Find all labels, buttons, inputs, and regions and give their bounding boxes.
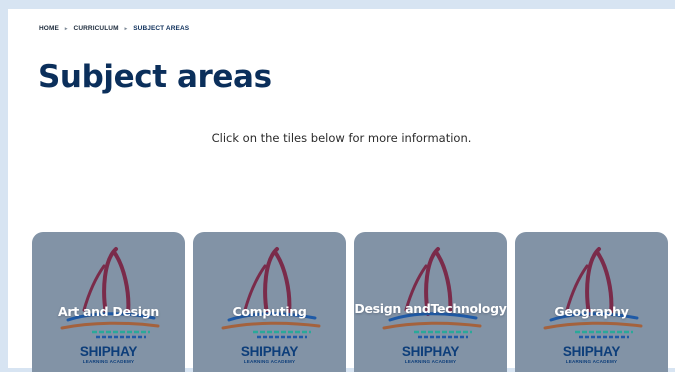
breadcrumb-curriculum[interactable]: CURRICULUM xyxy=(74,25,119,32)
logo-name: SHIPHAY xyxy=(401,344,460,359)
breadcrumb: HOME ▸ CURRICULUM ▸ SUBJECT AREAS xyxy=(39,25,189,32)
logo-name: SHIPHAY xyxy=(79,344,138,359)
tile-art-and-design[interactable]: Art and Design SHIPHAY LEARNING ACADEMY xyxy=(32,232,185,372)
tile-design-and-technology[interactable]: Design and Technology SHIPHAY LEARNING A… xyxy=(354,232,507,372)
breadcrumb-separator-icon: ▸ xyxy=(64,25,68,32)
tile-label: Art and Design xyxy=(57,303,160,319)
page-title: Subject areas xyxy=(38,59,272,95)
logo-name: SHIPHAY xyxy=(240,344,299,359)
logo-name: SHIPHAY xyxy=(562,344,621,359)
breadcrumb-current: SUBJECT AREAS xyxy=(133,25,190,32)
intro-text: Click on the tiles below for more inform… xyxy=(211,131,472,145)
tile-label: Design and Technology xyxy=(354,287,507,331)
tile-label: Geography xyxy=(554,303,629,319)
breadcrumb-home[interactable]: HOME xyxy=(39,25,59,32)
logo-subtitle: LEARNING ACADEMY xyxy=(404,359,457,364)
tile-label: Computing xyxy=(232,303,307,319)
tile-label-line2: Technology xyxy=(430,301,507,316)
logo-subtitle: LEARNING ACADEMY xyxy=(243,359,296,364)
tile-geography[interactable]: Geography SHIPHAY LEARNING ACADEMY xyxy=(515,232,668,372)
logo-subtitle: LEARNING ACADEMY xyxy=(565,359,618,364)
page-content: HOME ▸ CURRICULUM ▸ SUBJECT AREAS Subjec… xyxy=(8,9,675,372)
breadcrumb-separator-icon: ▸ xyxy=(124,25,128,32)
subject-tiles: Art and Design SHIPHAY LEARNING ACADEMY … xyxy=(32,232,668,372)
tile-label-line1: Design and xyxy=(354,301,431,316)
tile-computing[interactable]: Computing SHIPHAY LEARNING ACADEMY xyxy=(193,232,346,372)
logo-subtitle: LEARNING ACADEMY xyxy=(82,359,135,364)
